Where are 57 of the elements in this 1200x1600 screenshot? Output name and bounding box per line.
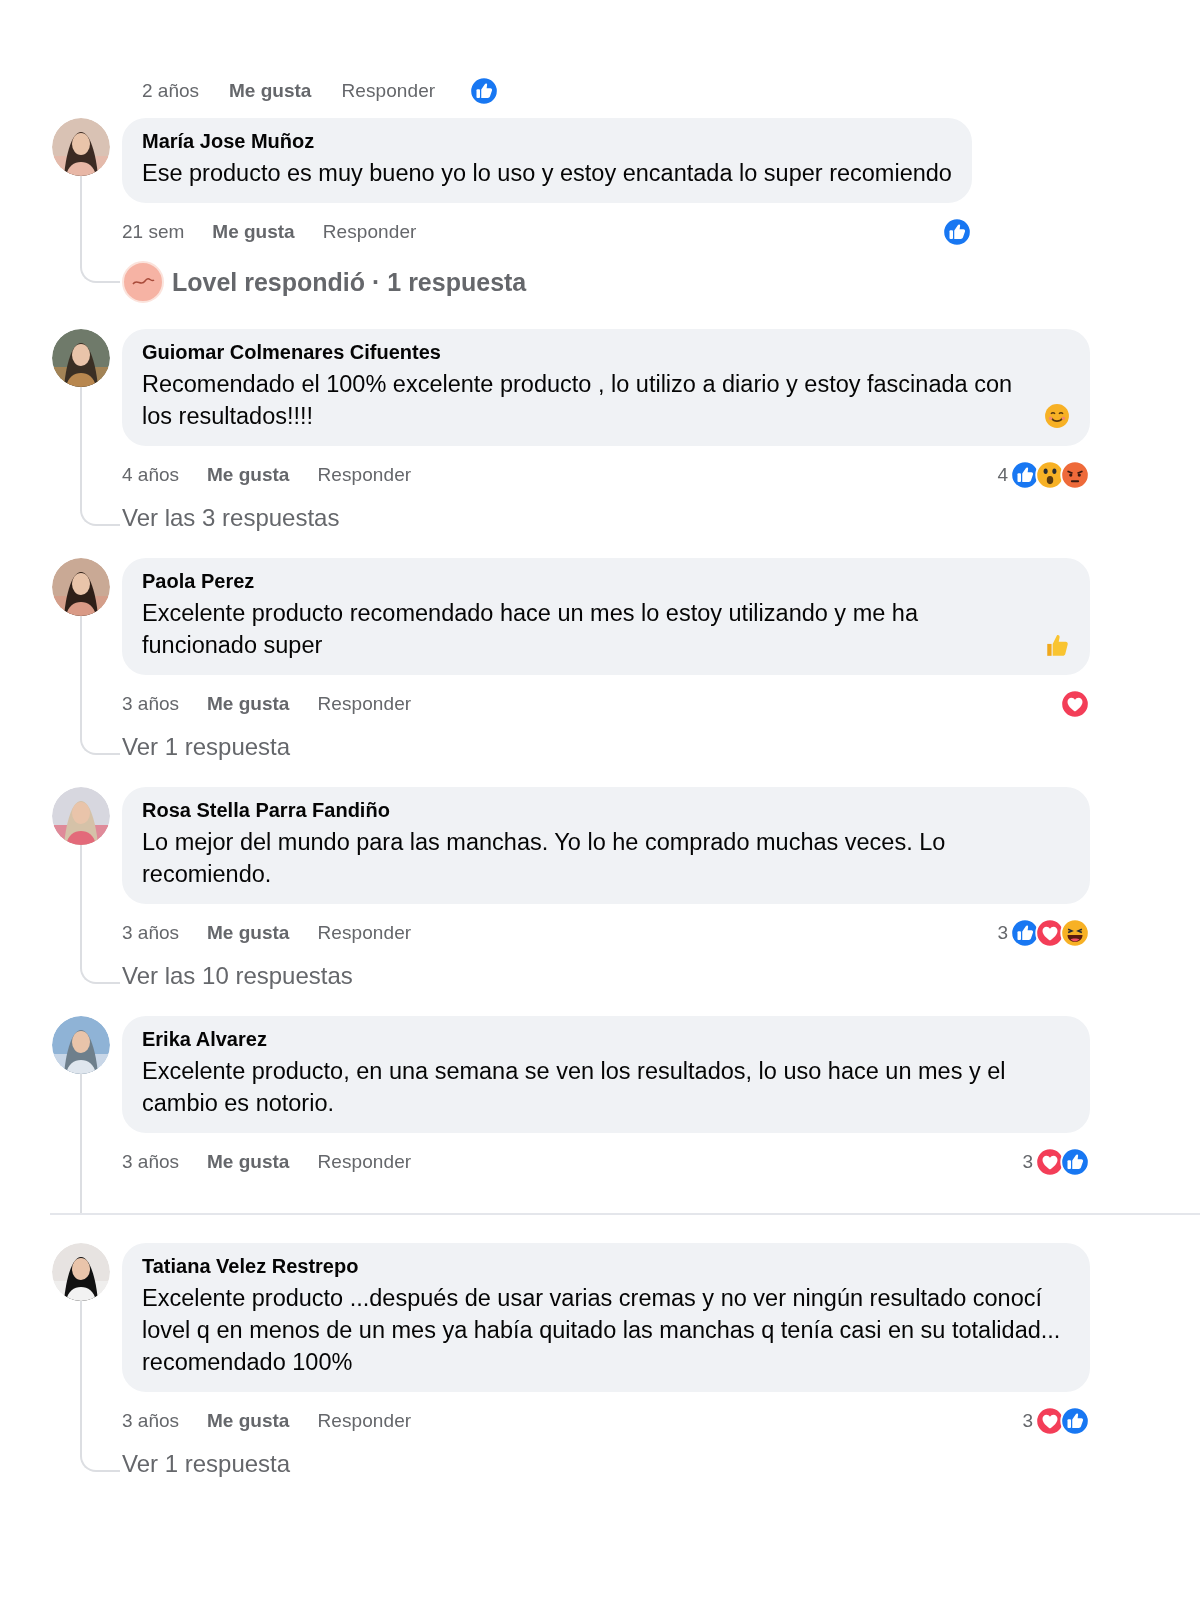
reaction-count: 3 [1022,1151,1033,1173]
like-button[interactable]: Me gusta [207,1410,290,1432]
reaction-count: 3 [1022,1410,1033,1432]
author-name[interactable]: Tatiana Velez Restrepo [142,1255,1070,1278]
heart-reaction-icon [1035,1406,1065,1436]
timestamp[interactable]: 2 años [142,80,200,102]
like-button[interactable]: Me gusta [207,922,290,944]
author-name[interactable]: Erika Alvarez [142,1028,1070,1051]
view-replies-link[interactable]: Ver 1 respuesta [122,1450,291,1478]
heart-reaction-icon [1035,1147,1065,1177]
reply-button[interactable]: Responder [341,80,436,102]
reaction-count: 4 [997,464,1008,486]
timestamp[interactable]: 3 años [122,1151,180,1173]
like-reaction-icon [941,217,972,247]
like-reaction-icon [1010,918,1040,948]
comment-text: Ese producto es muy bueno yo lo uso y estoy encantada lo super recomiendo [142,159,952,188]
like-reaction-icon [1060,1147,1090,1177]
view-replies-link[interactable]: Ver las 10 respuestas [122,962,353,990]
reply-button[interactable]: Responder [317,464,412,486]
like-reaction-icon [469,76,500,106]
timestamp[interactable]: 21 sem [122,221,185,243]
author-name[interactable]: Rosa Stella Parra Fandiño [142,799,1070,822]
view-replies-link[interactable]: Lovel respondió · 1 respuesta [172,267,527,297]
timestamp[interactable]: 3 años [122,1410,180,1432]
like-button[interactable]: Me gusta [229,80,312,102]
thumbs-up-icon [1044,632,1070,658]
surprised-face-icon [1035,460,1065,490]
reply-button[interactable]: Responder [322,221,417,243]
timestamp[interactable]: 3 años [122,693,180,715]
comment-text: Excelente producto, en una semana se ven los resultados, lo uso hace un mes y el cambio es notorio. [142,1057,1007,1118]
comment-text: Recomendado el 100% excelente producto , lo utilizo a diario y estoy fascinada con los resultados!!!! [142,370,1014,431]
heart-reaction-icon [1035,918,1065,948]
like-button[interactable]: Me gusta [207,464,290,486]
reply-button[interactable]: Responder [317,1151,412,1173]
reaction-count: 3 [997,922,1008,944]
angry-face-icon [1060,460,1090,490]
view-replies-link[interactable]: Ver las 3 respuestas [122,504,340,532]
comment-text: Lo mejor del mundo para las manchas. Yo lo he comprado muchas veces. Lo recomiendo. [142,828,947,889]
reply-button[interactable]: Responder [317,1410,412,1432]
comment-text: Excelente producto recomendado hace un mes lo estoy utilizando y me ha funcionado super [142,599,919,660]
like-button[interactable]: Me gusta [207,693,290,715]
author-name[interactable]: Guiomar Colmenares Cifuentes [142,341,1070,364]
reply-button[interactable]: Responder [317,693,412,715]
like-reaction-icon [1060,1406,1090,1436]
author-name[interactable]: Paola Perez [142,570,1070,593]
reply-button[interactable]: Responder [317,922,412,944]
heart-reaction-icon [1060,689,1090,719]
timestamp[interactable]: 4 años [122,464,180,486]
like-reaction-icon [1010,460,1040,490]
laughing-face-icon [1060,918,1090,948]
comment-text: Excelente producto ...después de usar varias cremas y no ver ningún resultado conocí lovel q en menos de un mes ya había quitado las manchas q tenía casi en su totalidad... recomendado 100% [142,1284,1062,1377]
like-button[interactable]: Me gusta [212,221,295,243]
view-replies-link[interactable]: Ver 1 respuesta [122,733,291,761]
author-name[interactable]: María Jose Muñoz [142,130,952,153]
timestamp[interactable]: 3 años [122,922,180,944]
like-button[interactable]: Me gusta [207,1151,290,1173]
smiling-face-icon [1044,403,1070,429]
